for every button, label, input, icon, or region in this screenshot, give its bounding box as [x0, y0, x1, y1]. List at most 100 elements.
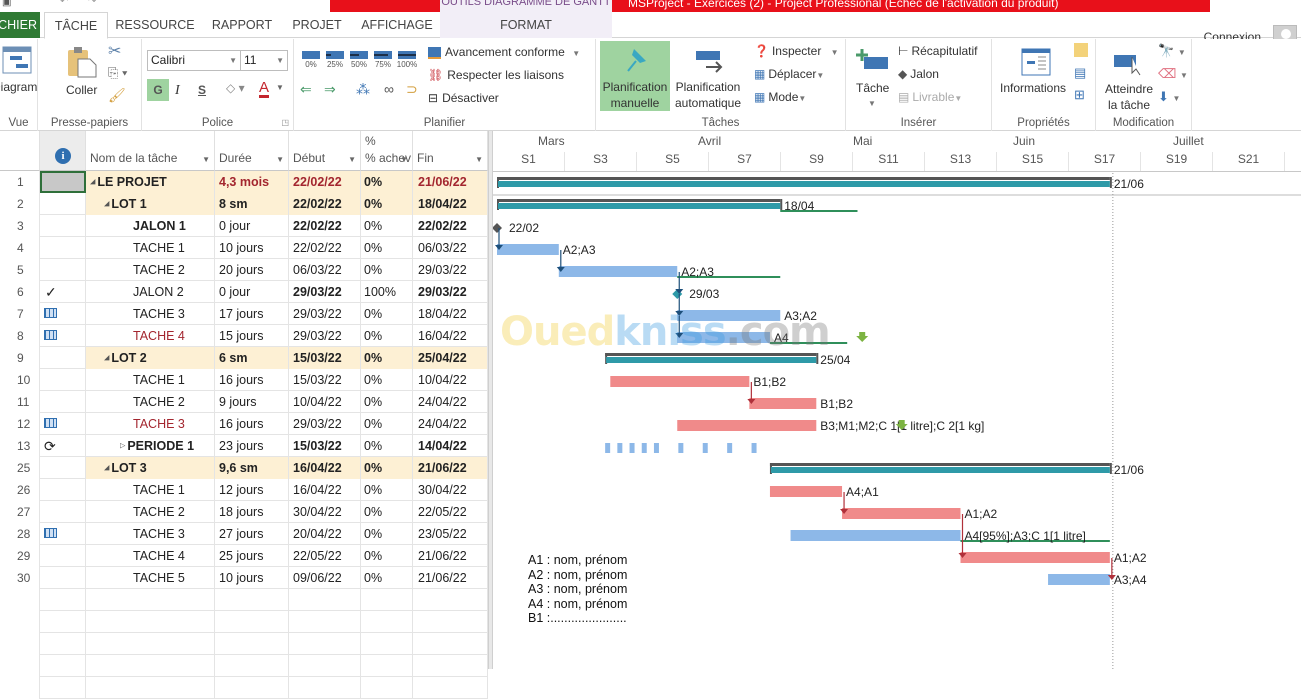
finish-cell[interactable]: 21/06/22 — [413, 457, 488, 479]
empty-cell[interactable] — [289, 677, 361, 699]
table-row[interactable]: 27 TACHE 2 18 jours 30/04/22 0% 22/05/22 — [0, 501, 488, 523]
start-cell[interactable]: 15/03/22 — [289, 435, 361, 457]
finish-cell[interactable]: 21/06/22 — [413, 567, 488, 589]
empty-cell[interactable] — [86, 611, 215, 633]
manually-schedule-button[interactable]: Planification manuelle — [600, 41, 670, 111]
empty-cell[interactable] — [361, 655, 413, 677]
tab-report[interactable]: RAPPORT — [204, 12, 280, 38]
indicator-cell[interactable] — [40, 523, 86, 545]
row-number[interactable]: 12 — [0, 413, 40, 435]
duration-cell[interactable]: 27 jours — [215, 523, 289, 545]
indicator-cell[interactable] — [40, 391, 86, 413]
row-number[interactable]: 10 — [0, 369, 40, 391]
font-name-combobox[interactable]: Calibri ▼ — [147, 50, 241, 71]
empty-cell[interactable] — [361, 677, 413, 699]
finish-cell[interactable]: 10/04/22 — [413, 369, 488, 391]
font-color-button[interactable]: A — [259, 80, 270, 98]
task-name-cell[interactable]: ◢ LOT 2 — [86, 347, 215, 369]
start-cell[interactable]: 06/03/22 — [289, 259, 361, 281]
empty-cell[interactable] — [0, 633, 40, 655]
move-button[interactable]: ▦ Déplacer▼ — [754, 67, 824, 81]
duration-cell[interactable]: 15 jours — [215, 325, 289, 347]
empty-row[interactable] — [0, 655, 488, 677]
progress-0-button[interactable]: 0% — [300, 49, 322, 71]
duration-cell[interactable]: 4,3 mois — [215, 171, 289, 193]
filter-dropdown-icon[interactable]: ▼ — [475, 155, 483, 164]
bold-button[interactable]: G — [147, 79, 169, 101]
progress-100-button[interactable]: 100% — [396, 49, 418, 71]
inspect-button[interactable]: ❓ Inspecter ▼ — [754, 44, 839, 58]
table-row[interactable]: 8 TACHE 4 15 jours 29/03/22 0% 16/04/22 — [0, 325, 488, 347]
task-name-cell[interactable]: TACHE 2 — [86, 259, 215, 281]
table-row[interactable]: 1 ◢ LE PROJET 4,3 mois 22/02/22 0% 21/06/22 — [0, 171, 488, 193]
empty-row[interactable] — [0, 589, 488, 611]
task-name-cell[interactable]: JALON 2 — [86, 281, 215, 303]
indicator-cell[interactable] — [40, 457, 86, 479]
start-cell[interactable]: 22/02/22 — [289, 215, 361, 237]
indicator-cell[interactable] — [40, 567, 86, 589]
column-header-finish[interactable]: Fin ▼ — [413, 131, 488, 171]
notes-icon[interactable] — [1074, 43, 1088, 57]
inactivate-button[interactable]: ⊟ Désactiver — [428, 91, 499, 105]
row-number[interactable]: 2 — [0, 193, 40, 215]
start-cell[interactable]: 29/03/22 — [289, 413, 361, 435]
duration-cell[interactable]: 12 jours — [215, 479, 289, 501]
row-number[interactable]: 13 — [0, 435, 40, 457]
finish-cell[interactable]: 29/03/22 — [413, 259, 488, 281]
start-cell[interactable]: 15/03/22 — [289, 369, 361, 391]
row-number[interactable]: 30 — [0, 567, 40, 589]
duration-cell[interactable]: 18 jours — [215, 501, 289, 523]
indicator-cell[interactable] — [40, 545, 86, 567]
task-name-cell[interactable]: TACHE 4 — [86, 325, 215, 347]
indicator-cell[interactable]: ✓ — [40, 281, 86, 303]
gantt-chart-button[interactable]: Diagramme de Gantt — [0, 43, 38, 113]
column-header-start[interactable]: Début ▼ — [289, 131, 361, 171]
duration-cell[interactable]: 9 jours — [215, 391, 289, 413]
start-cell[interactable]: 22/02/22 — [289, 193, 361, 215]
row-number[interactable]: 25 — [0, 457, 40, 479]
empty-cell[interactable] — [40, 611, 86, 633]
row-number[interactable]: 7 — [0, 303, 40, 325]
filter-dropdown-icon[interactable]: ▼ — [400, 155, 408, 164]
row-number[interactable]: 3 — [0, 215, 40, 237]
duration-cell[interactable]: 23 jours — [215, 435, 289, 457]
finish-cell[interactable]: 18/04/22 — [413, 303, 488, 325]
column-header-pct[interactable]: %% achev ▼ — [361, 131, 413, 171]
empty-cell[interactable] — [40, 655, 86, 677]
duration-cell[interactable]: 0 jour — [215, 281, 289, 303]
mode-button[interactable]: ▦ Mode▼ — [754, 90, 806, 104]
finish-cell[interactable]: 22/02/22 — [413, 215, 488, 237]
start-cell[interactable]: 10/04/22 — [289, 391, 361, 413]
row-number[interactable]: 6 — [0, 281, 40, 303]
mark-on-track-button[interactable]: Avancement conforme ▼ — [428, 45, 580, 59]
indicator-cell[interactable] — [40, 413, 86, 435]
duration-cell[interactable]: 10 jours — [215, 567, 289, 589]
paste-button[interactable]: Coller — [62, 43, 102, 113]
finish-cell[interactable]: 16/04/22 — [413, 325, 488, 347]
start-cell[interactable]: 29/03/22 — [289, 303, 361, 325]
percent-complete-cell[interactable]: 0% — [361, 171, 413, 193]
empty-cell[interactable] — [215, 589, 289, 611]
table-row[interactable]: 6 ✓ JALON 20 jour 29/03/22 100% 29/03/22 — [0, 281, 488, 303]
finish-cell[interactable]: 25/04/22 — [413, 347, 488, 369]
empty-cell[interactable] — [289, 611, 361, 633]
redo-icon[interactable]: ↷ — [88, 0, 96, 7]
percent-complete-cell[interactable]: 0% — [361, 369, 413, 391]
table-row[interactable]: 11 TACHE 2 9 jours 10/04/22 0% 24/04/22 — [0, 391, 488, 413]
percent-complete-cell[interactable]: 100% — [361, 281, 413, 303]
finish-cell[interactable]: 29/03/22 — [413, 281, 488, 303]
filter-dropdown-icon[interactable]: ▼ — [276, 155, 284, 164]
finish-cell[interactable]: 24/04/22 — [413, 413, 488, 435]
background-color-button[interactable]: ◇ ▾ — [226, 81, 245, 95]
tab-project[interactable]: PROJET — [286, 12, 348, 38]
percent-complete-cell[interactable]: 0% — [361, 501, 413, 523]
percent-complete-cell[interactable]: 0% — [361, 259, 413, 281]
outdent-icon[interactable]: ⇐ — [300, 81, 312, 98]
task-name-cell[interactable]: TACHE 1 — [86, 479, 215, 501]
task-name-cell[interactable]: TACHE 4 — [86, 545, 215, 567]
column-header-duration[interactable]: Durée ▼ — [215, 131, 289, 171]
percent-complete-cell[interactable]: 0% — [361, 193, 413, 215]
indicators-header[interactable]: i — [40, 131, 86, 171]
empty-row[interactable] — [0, 611, 488, 633]
table-row[interactable]: 30 TACHE 5 10 jours 09/06/22 0% 21/06/22 — [0, 567, 488, 589]
